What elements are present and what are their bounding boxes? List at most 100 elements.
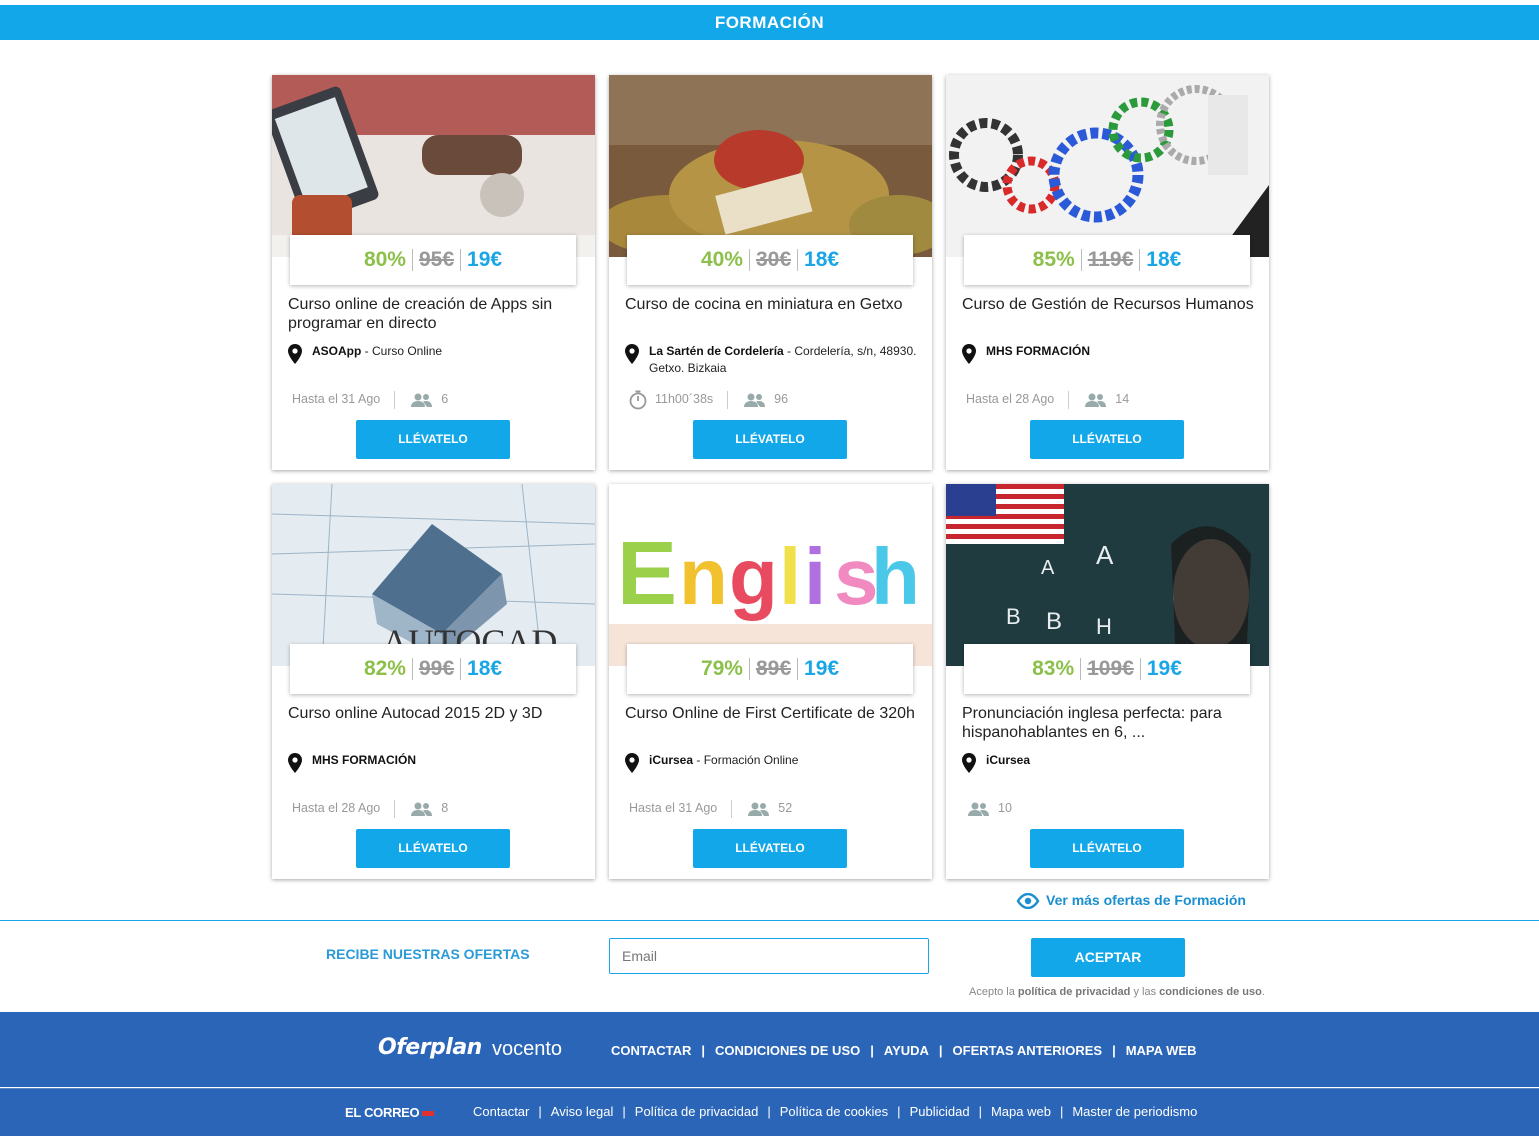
footer-nav-item[interactable]: CONTACTAR [611,1043,691,1058]
svg-text:g: g [729,532,778,621]
take-offer-button[interactable]: LLÉVATELO [1030,420,1184,459]
miniature-cooking-photo[interactable] [609,75,932,257]
link-separator: | [897,1104,901,1119]
link-separator: | [622,1104,626,1119]
svg-text:i: i [804,532,826,621]
offer-title[interactable]: Pronunciación inglesa perfecta: para his… [962,704,1254,742]
meta-separator [727,390,729,409]
footer-link[interactable]: Contactar [473,1104,529,1119]
offer-title[interactable]: Curso de cocina en miniatura en Getxo [625,295,917,314]
english-pronunciation-photo[interactable]: B A A B H [946,484,1269,666]
take-offer-button[interactable]: LLÉVATELO [693,420,847,459]
merchant-name: La Sartén de Cordelería [649,344,784,358]
footer-link[interactable]: Publicidad [910,1104,970,1119]
buyers-count: 14 [1115,392,1130,406]
price-separator [460,249,462,272]
oferplan-logo[interactable]: Oferplan [378,1035,482,1060]
offer-deadline: Hasta el 31 Ago [629,801,718,815]
price-box: 40% 30€ 18€ [627,235,913,285]
offer-location: La Sartén de Cordelería - Cordelería, s/… [625,343,917,377]
people-icon [968,802,989,816]
offer-deadline: Hasta el 28 Ago [292,801,381,815]
offer-card[interactable]: En g l i s h 79% 89€ 19€ Curso Online de First Ce… [609,484,932,879]
buyers-count: 6 [441,392,449,406]
hr-gears-photo[interactable] [946,75,1269,257]
people-icon [744,393,766,407]
footer-nav-item[interactable]: CONDICIONES DE USO [715,1043,860,1058]
nav-separator: | [938,1043,943,1058]
svg-text:E: E [617,524,677,624]
footer-link[interactable]: Mapa web [991,1104,1051,1119]
footer-link[interactable]: Master de periodismo [1072,1104,1197,1119]
offer-price: 18€ [804,248,840,271]
logo-mark [422,1111,435,1117]
price-separator [1080,658,1082,681]
price-box: 80% 95€ 19€ [290,235,576,285]
offer-deadline: Hasta el 31 Ago [292,392,381,406]
take-offer-button[interactable]: LLÉVATELO [693,829,847,868]
newspaper-name: EL CORREO [345,1105,420,1120]
offer-location: ASOApp - Curso Online [288,343,580,364]
offer-meta: Hasta el 31 Ago 6 [292,389,448,409]
privacy-policy-link[interactable]: política de privacidad [1018,986,1130,998]
buyers-count: 8 [441,801,449,815]
people-icon [411,393,433,407]
more-offers-label: Ver más ofertas de Formación [1046,892,1246,908]
take-offer-button[interactable]: LLÉVATELO [356,420,510,459]
offer-deadline: 11h00´38s [655,392,714,406]
original-price: 109€ [1087,657,1134,680]
original-price: 89€ [755,657,792,680]
offer-title[interactable]: Curso Online de First Certificate de 320… [625,704,917,723]
newsletter-label: RECIBE NUESTRAS OFERTAS [326,946,530,962]
offer-title[interactable]: Curso de Gestión de Recursos Humanos [962,295,1254,314]
take-offer-button[interactable]: LLÉVATELO [1030,829,1184,868]
svg-text:A: A [1096,540,1114,570]
more-offers-link[interactable]: Ver más ofertas de Formación [1016,889,1246,911]
footer-nav-item[interactable]: MAPA WEB [1126,1043,1197,1058]
people-icon [748,802,770,816]
subscribe-button[interactable]: ACEPTAR [1031,938,1185,977]
merchant-name: iCursea [649,753,694,767]
offer-title[interactable]: Curso online Autocad 2015 2D y 3D [288,704,580,723]
english-letters-photo[interactable]: English [609,484,932,666]
offer-card[interactable]: 85% 119€ 18€ Curso de Gestión de Recursos H… [946,75,1269,470]
offer-title[interactable]: Curso online de creación de Apps sin pro… [288,295,580,333]
offer-card[interactable]: B A A B H 83% 109€ 19€ Pronunciación inglesa per… [946,484,1269,879]
offer-card[interactable]: AUTOCAD 82% 99€ 18€ Curso online Autocad 201… [272,484,595,879]
merchant-detail: - Formación Online [693,753,799,767]
link-separator: | [538,1104,542,1119]
section-title: FORMACIÓN [714,13,825,32]
footer-nav: CONTACTAR | CONDICIONES DE USO | AYUDA | OFERT… [611,1043,1196,1058]
discount-percent: 40% [700,248,743,271]
footer-link[interactable]: Política de cookies [780,1104,888,1119]
apps-course-photo[interactable] [272,75,595,257]
nav-separator: | [870,1043,874,1058]
offer-card[interactable]: 40% 30€ 18€ Curso de cocina en miniatura en… [609,75,932,470]
original-price: 99€ [418,657,455,680]
location-pin-icon [625,753,639,773]
location-pin-icon [288,753,302,773]
buyers-count: 52 [778,801,793,815]
email-field[interactable] [609,938,929,974]
offer-price: 18€ [1146,248,1182,271]
price-separator [748,249,750,272]
people-icon [1085,393,1107,407]
autocad-house-photo[interactable]: AUTOCAD [272,484,595,666]
svg-text:n: n [679,532,728,621]
nav-separator: | [701,1043,706,1058]
offer-card[interactable]: 80% 95€ 19€ Curso online de creación de App… [272,75,595,470]
legal-mid: y las [1130,986,1160,998]
merchant-name: MHS FORMACIÓN [986,344,1090,358]
footer-nav-item[interactable]: AYUDA [884,1043,929,1058]
terms-link[interactable]: condiciones de uso [1159,986,1262,998]
elcorreo-logo[interactable]: EL CORREO [345,1105,435,1120]
footer-link[interactable]: Política de privacidad [635,1104,759,1119]
offer-price: 18€ [467,657,503,680]
footer-link[interactable]: Aviso legal [551,1104,614,1119]
offer-meta: Hasta el 28 Ago 14 [966,389,1129,409]
discount-percent: 79% [700,657,743,680]
vocento-logo[interactable]: vocento [492,1038,562,1061]
take-offer-button[interactable]: LLÉVATELO [356,829,510,868]
price-separator [797,249,799,272]
footer-nav-item[interactable]: OFERTAS ANTERIORES [953,1043,1103,1058]
